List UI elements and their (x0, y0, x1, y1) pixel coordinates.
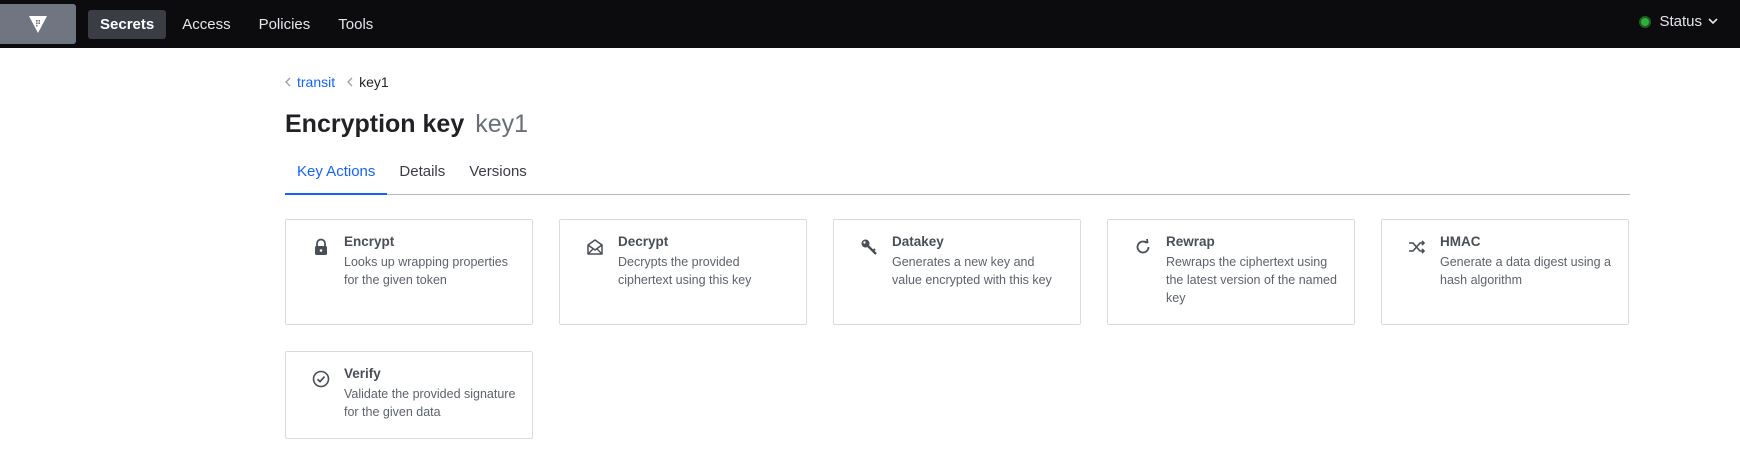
vault-logo[interactable] (0, 4, 76, 44)
action-description: Generates a new key and value encrypted … (892, 255, 1052, 287)
action-card-verify[interactable]: Verify Validate the provided signature f… (285, 351, 533, 439)
action-card-hmac[interactable]: HMAC Generate a data digest using a hash… (1381, 219, 1629, 325)
action-description: Generate a data digest using a hash algo… (1440, 255, 1611, 287)
key-actions-grid: Encrypt Looks up wrapping properties for… (285, 219, 1630, 465)
envelope-open-icon (587, 239, 603, 255)
action-title: Verify (344, 366, 381, 381)
breadcrumb-item-current: key1 (347, 74, 389, 90)
action-card-datakey[interactable]: Datakey Generates a new key and value en… (833, 219, 1081, 325)
tab-bar: Key Actions Details Versions (285, 159, 1630, 195)
top-navigation-bar: Secrets Access Policies Tools Status (0, 0, 1740, 48)
chevron-left-icon (347, 74, 353, 90)
action-title: HMAC (1440, 234, 1481, 249)
action-title: Datakey (892, 234, 944, 249)
status-menu[interactable]: Status (1639, 13, 1718, 30)
nav-policies[interactable]: Policies (247, 10, 323, 39)
chevron-down-icon (1708, 16, 1718, 28)
status-label: Status (1659, 13, 1702, 30)
key-icon (861, 239, 877, 255)
vault-logo-icon (29, 16, 47, 33)
action-title: Decrypt (618, 234, 669, 249)
tab-details[interactable]: Details (387, 159, 457, 195)
action-description: Decrypts the provided ciphertext using t… (618, 255, 752, 287)
action-card-decrypt[interactable]: Decrypt Decrypts the provided ciphertext… (559, 219, 807, 325)
action-description: Rewraps the ciphertext using the latest … (1166, 255, 1337, 305)
check-circle-icon (312, 370, 330, 388)
action-title: Encrypt (344, 234, 395, 249)
nav-access[interactable]: Access (170, 10, 242, 39)
nav-tools[interactable]: Tools (326, 10, 385, 39)
status-indicator-icon (1639, 15, 1652, 28)
lock-icon (315, 238, 327, 255)
page-title: Encryption key key1 (285, 110, 1630, 139)
breadcrumb-link-transit[interactable]: transit (297, 74, 335, 90)
nav-secrets[interactable]: Secrets (88, 9, 167, 39)
page-title-text: Encryption key (285, 110, 465, 138)
rotate-icon (1136, 238, 1150, 254)
action-description: Looks up wrapping properties for the giv… (344, 255, 508, 287)
breadcrumb: transit key1 (285, 74, 1630, 90)
breadcrumb-current: key1 (359, 74, 389, 90)
tab-versions[interactable]: Versions (457, 159, 539, 195)
chevron-left-icon (285, 74, 291, 90)
action-description: Validate the provided signature for the … (344, 387, 516, 419)
shuffle-icon (1409, 240, 1426, 254)
main-content: transit key1 Encryption key key1 Key Act… (285, 48, 1630, 465)
tab-key-actions[interactable]: Key Actions (285, 159, 388, 195)
breadcrumb-item-transit: transit (285, 74, 335, 90)
page-title-key-name: key1 (475, 110, 528, 138)
action-title: Rewrap (1166, 234, 1215, 249)
action-card-encrypt[interactable]: Encrypt Looks up wrapping properties for… (285, 219, 533, 325)
main-nav: Secrets Access Policies Tools (88, 9, 385, 39)
action-card-rewrap[interactable]: Rewrap Rewraps the ciphertext using the … (1107, 219, 1355, 325)
